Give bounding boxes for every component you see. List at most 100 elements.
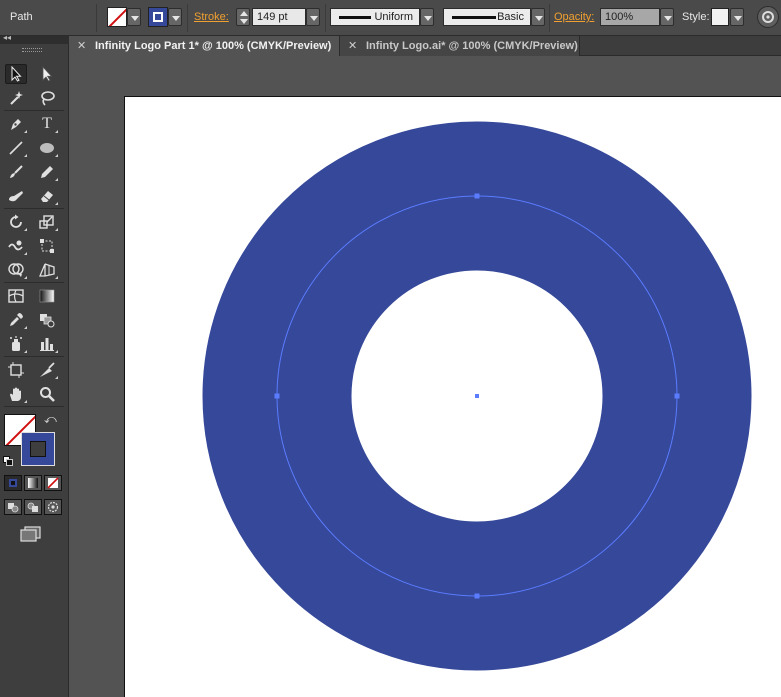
draw-normal-button[interactable] [4,499,22,515]
perspective-grid-tool[interactable] [36,260,58,280]
brush-dropdown-button[interactable] [531,8,545,26]
line-segment-tool[interactable] [5,138,27,158]
paintbrush-tool[interactable] [5,162,27,182]
gradient-tool[interactable] [36,286,58,306]
tools-panel-header[interactable]: ◂◂ [0,33,69,44]
anchor-point-top[interactable] [474,193,480,199]
draw-inside-icon [47,501,59,513]
close-icon[interactable]: ✕ [77,39,89,52]
control-bar: Path Stroke: 149 pt Uniform Basic Opacit… [0,0,781,36]
draw-behind-button[interactable] [24,499,42,515]
eyedropper-tool[interactable] [5,310,27,330]
column-graph-tool[interactable] [36,334,58,354]
brush-definition-label: Basic [497,11,524,23]
stroke-panel-link[interactable]: Stroke: [194,11,229,23]
default-fill-stroke-icon[interactable] [3,456,13,466]
pen-tool[interactable] [5,114,27,134]
anchor-point-bottom[interactable] [474,593,480,599]
stepper-up-icon[interactable] [240,11,248,16]
opacity-dropdown-button[interactable] [660,8,674,26]
arrow-icon [11,66,22,82]
ellipse-tool[interactable] [36,138,58,158]
stroke-dropdown-button[interactable] [168,8,182,26]
color-mode-button[interactable] [4,475,22,491]
brush-definition-dropdown[interactable]: Basic [443,8,531,26]
stroke-weight-input[interactable]: 149 pt [252,8,306,26]
variable-width-profile-dropdown[interactable]: Uniform [330,8,420,26]
stroke-swatch[interactable] [148,7,168,27]
draw-inside-button[interactable] [44,499,62,515]
slice-knife-icon [40,362,55,377]
fill-swatch[interactable] [107,7,127,27]
scale-icon [39,215,54,229]
tab-label: Infinty Logo.ai* @ 100% (CMYK/Preview) [366,40,578,52]
free-transform-tool[interactable] [36,236,58,256]
tool-separator [4,282,64,283]
anchor-point-right[interactable] [674,393,680,399]
opacity-input[interactable]: 100% [600,8,660,26]
tool-separator [4,110,64,111]
none-fill-icon [108,8,126,26]
blend-icon [40,314,55,328]
perspective-grid-icon [39,263,55,277]
pencil-tool[interactable] [36,162,58,182]
stroke-hollow-icon [30,441,46,457]
collapse-panel-icon[interactable]: ◂◂ [3,33,11,42]
blend-tool[interactable] [36,310,58,330]
type-tool[interactable]: T [36,114,58,134]
gradient-icon [39,289,55,303]
selection-tool[interactable] [5,64,27,84]
divider [96,4,97,32]
gradient-mode-button[interactable] [24,475,42,491]
type-icon: T [42,115,52,132]
magic-wand-tool[interactable] [5,88,27,108]
shape-builder-icon [8,263,24,277]
scale-tool[interactable] [36,212,58,232]
ellipse-icon [40,143,54,153]
screen-mode-icon [20,526,41,542]
mesh-icon [8,289,24,303]
divider [549,4,550,32]
graphic-style-swatch[interactable] [711,8,729,26]
divider [325,4,326,32]
rotate-icon [10,214,22,228]
none-mode-button[interactable] [44,475,62,491]
opacity-panel-link[interactable]: Opacity: [554,11,594,23]
gear-icon [762,11,774,23]
profile-dropdown-button[interactable] [420,8,434,26]
rotate-tool[interactable] [5,212,27,232]
anchor-point-left[interactable] [274,393,280,399]
tab-infinty-logo-ai[interactable]: ✕ Infinty Logo.ai* @ 100% (CMYK/Preview) [340,36,580,56]
blob-brush-tool[interactable] [5,186,27,206]
artboard-icon [8,362,24,378]
direct-selection-tool[interactable] [36,64,58,84]
mesh-tool[interactable] [5,286,27,306]
stepper-down-icon[interactable] [240,19,248,24]
stroke-weight-dropdown[interactable] [306,8,320,26]
swap-fill-stroke-icon[interactable]: ⤺ [44,412,57,427]
center-point[interactable] [475,394,479,398]
artboard-tool[interactable] [5,360,27,380]
divider [187,4,188,32]
tab-label: Infinity Logo Part 1* @ 100% (CMYK/Previ… [95,40,332,52]
close-icon[interactable]: ✕ [348,39,360,52]
tab-infinity-logo-part-1[interactable]: ✕ Infinity Logo Part 1* @ 100% (CMYK/Prev… [69,36,340,56]
stroke-color-swatch[interactable] [21,432,55,466]
lasso-tool[interactable] [36,88,58,108]
warp-tool[interactable] [5,236,27,256]
tools-panel: ◂◂ T ⤺ [0,33,69,697]
symbol-sprayer-tool[interactable] [5,334,27,354]
zoom-tool[interactable] [36,384,58,404]
stroke-weight-stepper[interactable] [236,8,250,26]
eraser-tool[interactable] [36,186,58,206]
style-dropdown-button[interactable] [730,8,744,26]
fill-dropdown-button[interactable] [127,8,141,26]
lasso-icon [41,91,55,106]
more-options-button[interactable] [757,6,779,28]
panel-grip[interactable] [22,48,42,52]
hand-tool[interactable] [5,384,27,404]
shape-builder-tool[interactable] [5,260,27,280]
change-screen-mode-button[interactable] [19,525,43,543]
column-graph-icon [40,338,54,351]
slice-tool[interactable] [36,360,58,380]
